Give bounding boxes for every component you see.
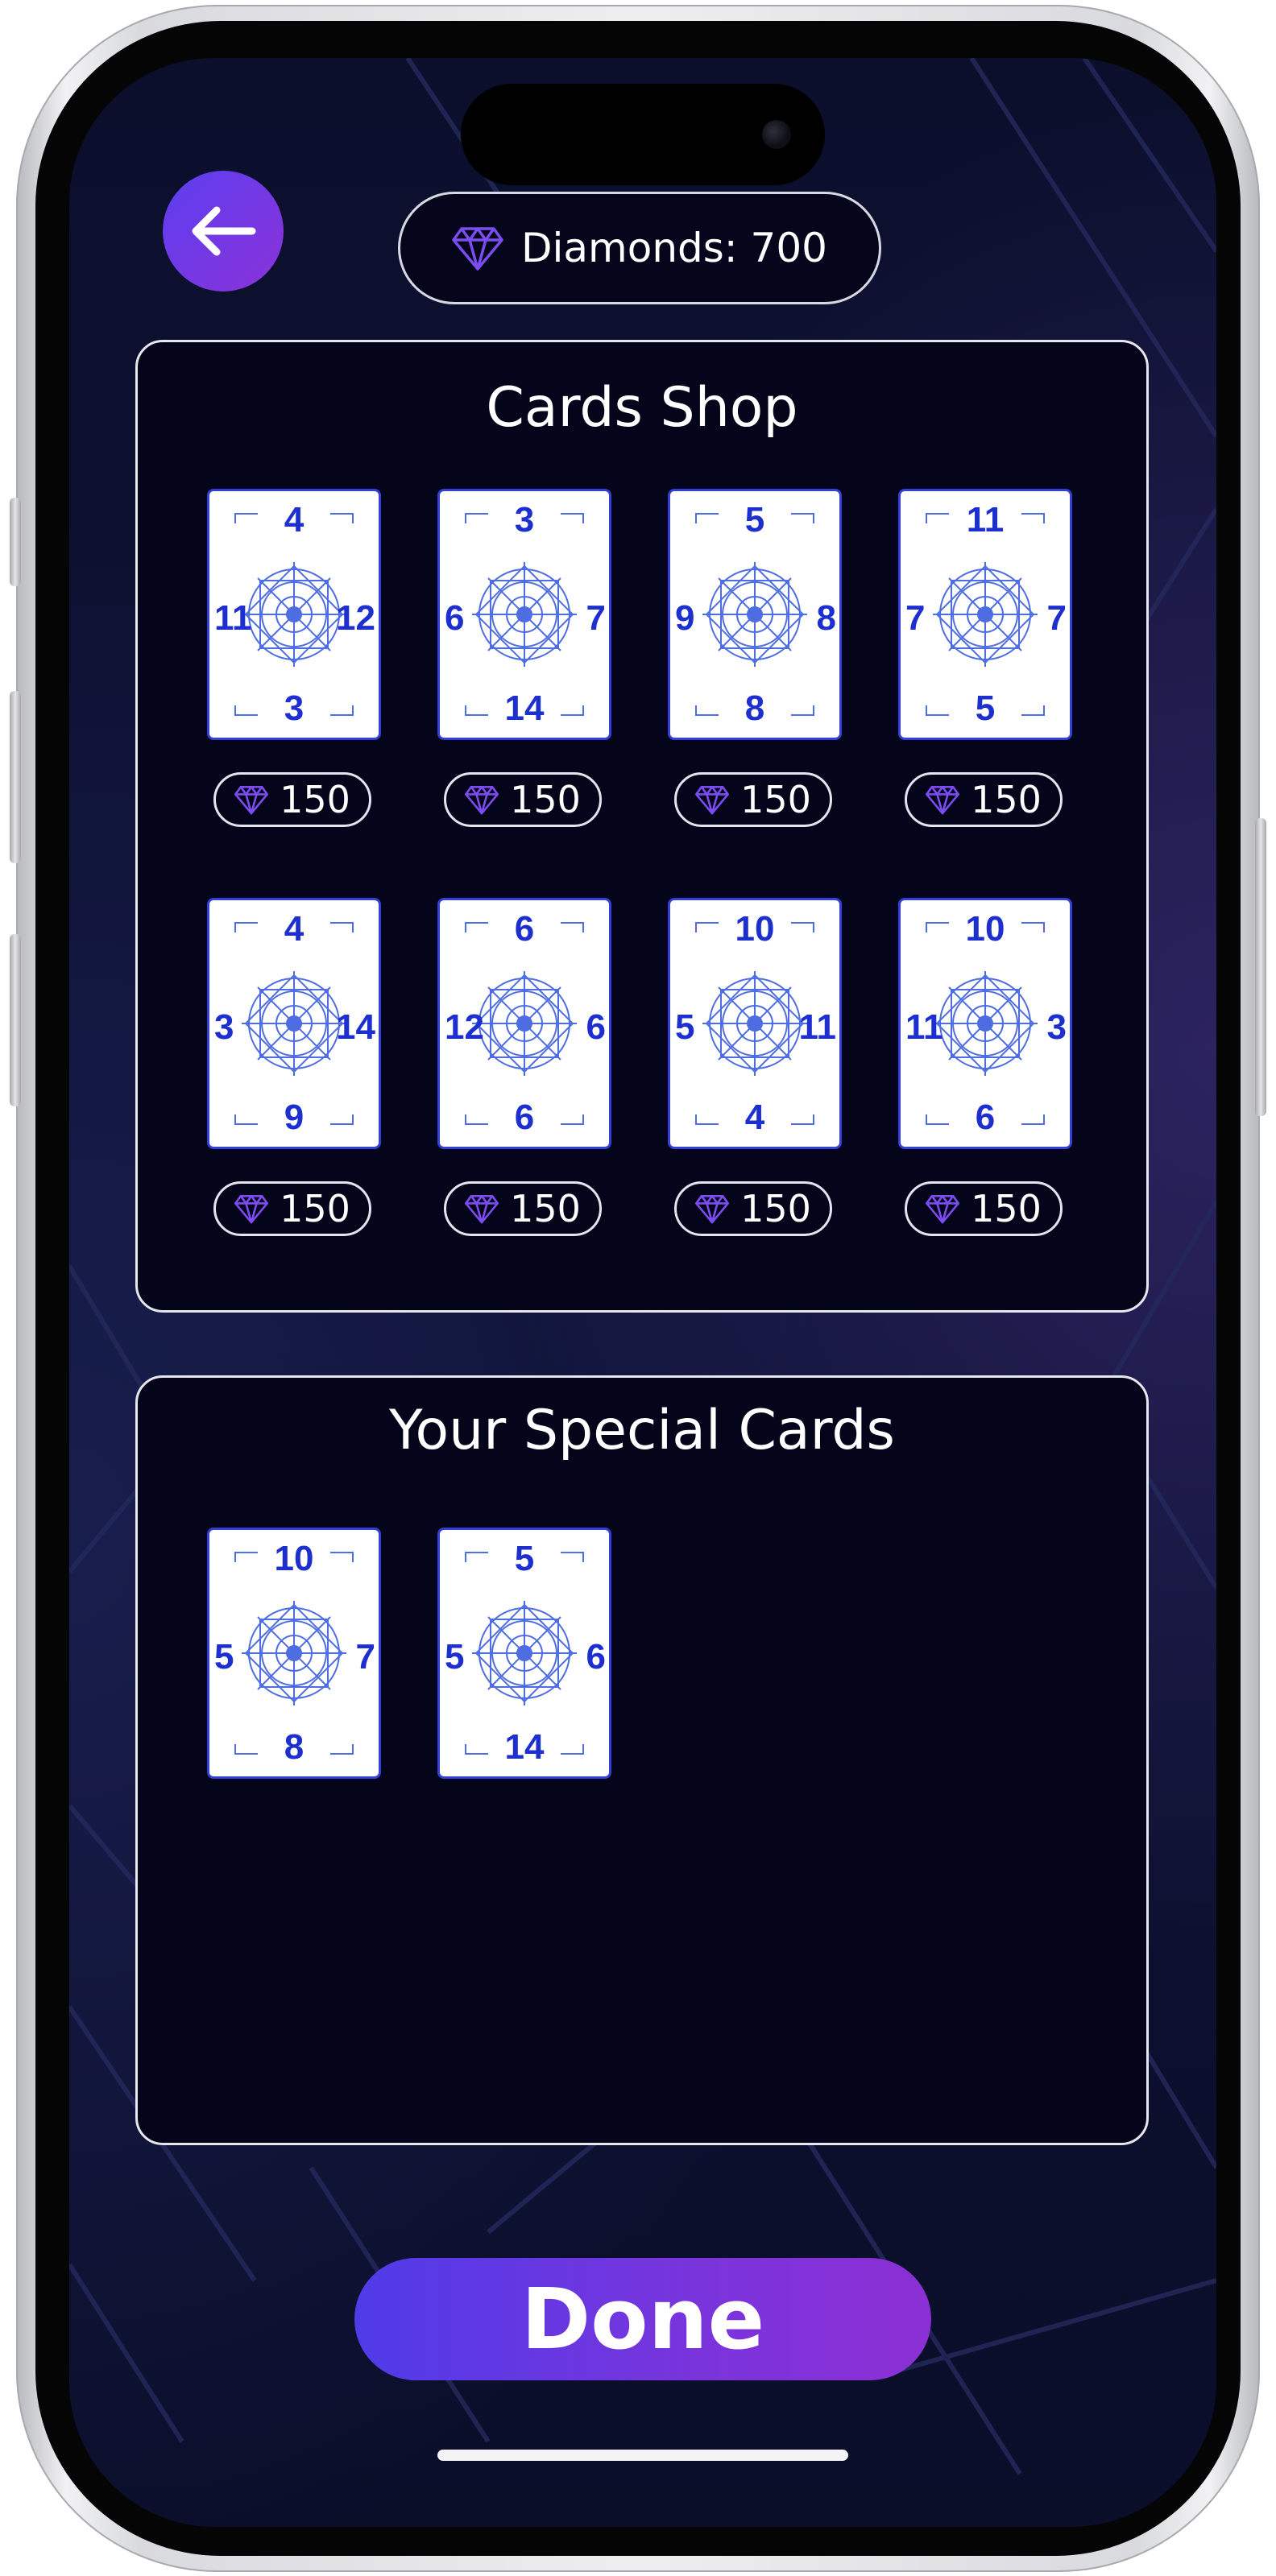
card-number-top: 5 — [514, 1539, 535, 1578]
card-number-bottom: 6 — [975, 1098, 996, 1137]
card-number-top: 11 — [966, 500, 1005, 540]
card-number-top: 10 — [274, 1539, 314, 1578]
arrow-left-icon — [192, 206, 256, 256]
card-price-amount: 150 — [740, 1187, 811, 1230]
home-indicator[interactable] — [437, 2450, 848, 2461]
done-button[interactable]: Done — [354, 2258, 931, 2380]
card-number-right: 12 — [336, 598, 375, 638]
card-number-bottom: 4 — [744, 1098, 765, 1137]
diamonds-counter: Diamonds: 700 — [398, 192, 881, 304]
card-price-button[interactable]: 150 — [444, 772, 602, 827]
card-number-left: 7 — [905, 598, 926, 638]
card-price-button[interactable]: 150 — [213, 772, 371, 827]
front-camera — [762, 120, 791, 149]
diamond-icon — [465, 785, 499, 815]
card-number-left: 5 — [214, 1637, 234, 1677]
special-cards-panel: Your Special Cards 10 8 5 7 5 14 5 6 — [135, 1375, 1149, 2145]
card-price-button[interactable]: 150 — [674, 772, 832, 827]
card-number-top: 10 — [735, 909, 775, 949]
dynamic-island — [461, 84, 825, 185]
card-number-right: 11 — [798, 1007, 836, 1047]
card-number-top: 10 — [965, 909, 1005, 949]
power-button — [1255, 818, 1266, 1116]
card[interactable]: 5 8 9 8 — [668, 489, 842, 740]
card-number-top: 4 — [284, 909, 304, 949]
card-number-right: 7 — [586, 598, 606, 638]
card-number-right: 6 — [586, 1007, 606, 1047]
card-number-left: 11 — [214, 598, 252, 638]
card-number-left: 12 — [445, 1007, 484, 1047]
screen: Diamonds: 700 Cards Shop 4 3 11 12 150 3 14 6 7 1… — [69, 58, 1216, 2527]
card-price-amount: 150 — [971, 1187, 1042, 1230]
card[interactable]: 3 14 6 7 — [437, 489, 611, 740]
card-number-right: 7 — [355, 1637, 375, 1677]
card-number-top: 6 — [514, 909, 535, 949]
cards-shop-panel: Cards Shop 4 3 11 12 150 3 14 6 7 150 5 8 9 8 150 11 5 7 7… — [135, 340, 1149, 1313]
card[interactable]: 6 6 12 6 — [437, 898, 611, 1149]
card-price-amount: 150 — [280, 778, 350, 821]
diamond-icon — [452, 227, 503, 271]
diamond-icon — [234, 785, 269, 815]
card-price-button[interactable]: 150 — [213, 1181, 371, 1236]
card-number-top: 5 — [744, 500, 765, 540]
back-button[interactable] — [163, 171, 284, 292]
card-number-bottom: 8 — [284, 1727, 304, 1767]
card-price-button[interactable]: 150 — [905, 1181, 1063, 1236]
card-number-left: 9 — [675, 598, 695, 638]
action-button — [10, 498, 21, 586]
card[interactable]: 4 3 11 12 — [207, 489, 381, 740]
diamond-icon — [234, 1194, 269, 1224]
volume-down-button — [10, 934, 21, 1106]
card-number-right: 6 — [586, 1637, 606, 1677]
card-number-bottom: 6 — [514, 1098, 535, 1137]
card-number-top: 4 — [284, 500, 304, 540]
card-price-amount: 150 — [510, 778, 581, 821]
card[interactable]: 10 8 5 7 — [207, 1528, 381, 1779]
card-price-button[interactable]: 150 — [905, 772, 1063, 827]
card-price-amount: 150 — [280, 1187, 350, 1230]
card-number-left: 5 — [675, 1007, 695, 1047]
card-number-bottom: 3 — [284, 688, 304, 728]
card-number-bottom: 5 — [975, 688, 996, 728]
card-number-bottom: 9 — [284, 1098, 304, 1137]
card[interactable]: 11 5 7 7 — [898, 489, 1072, 740]
special-cards-title: Your Special Cards — [389, 1399, 895, 1462]
card[interactable]: 10 6 11 3 — [898, 898, 1072, 1149]
card-number-bottom: 8 — [744, 688, 765, 728]
diamond-icon — [695, 785, 730, 815]
card-number-left: 11 — [905, 1007, 943, 1047]
card-number-right: 8 — [816, 598, 836, 638]
card-number-bottom: 14 — [504, 688, 545, 728]
volume-up-button — [10, 691, 21, 863]
card-price-amount: 150 — [740, 778, 811, 821]
diamond-icon — [926, 785, 960, 815]
card-price-button[interactable]: 150 — [444, 1181, 602, 1236]
card-number-bottom: 14 — [504, 1727, 545, 1767]
card-number-right: 7 — [1046, 598, 1067, 638]
diamonds-label: Diamonds: 700 — [521, 225, 827, 271]
card-number-left: 3 — [214, 1007, 234, 1047]
card[interactable]: 10 4 5 11 — [668, 898, 842, 1149]
diamond-icon — [465, 1194, 499, 1224]
card-price-button[interactable]: 150 — [674, 1181, 832, 1236]
card-number-right: 3 — [1046, 1007, 1067, 1047]
card-number-left: 5 — [445, 1637, 465, 1677]
card-number-top: 3 — [514, 500, 535, 540]
card-number-left: 6 — [445, 598, 465, 638]
diamond-icon — [926, 1194, 960, 1224]
cards-shop-title: Cards Shop — [486, 376, 798, 440]
card[interactable]: 5 14 5 6 — [437, 1528, 611, 1779]
diamond-icon — [695, 1194, 730, 1224]
card[interactable]: 4 9 3 14 — [207, 898, 381, 1149]
card-price-amount: 150 — [510, 1187, 581, 1230]
card-number-right: 14 — [336, 1007, 375, 1047]
card-price-amount: 150 — [971, 778, 1042, 821]
